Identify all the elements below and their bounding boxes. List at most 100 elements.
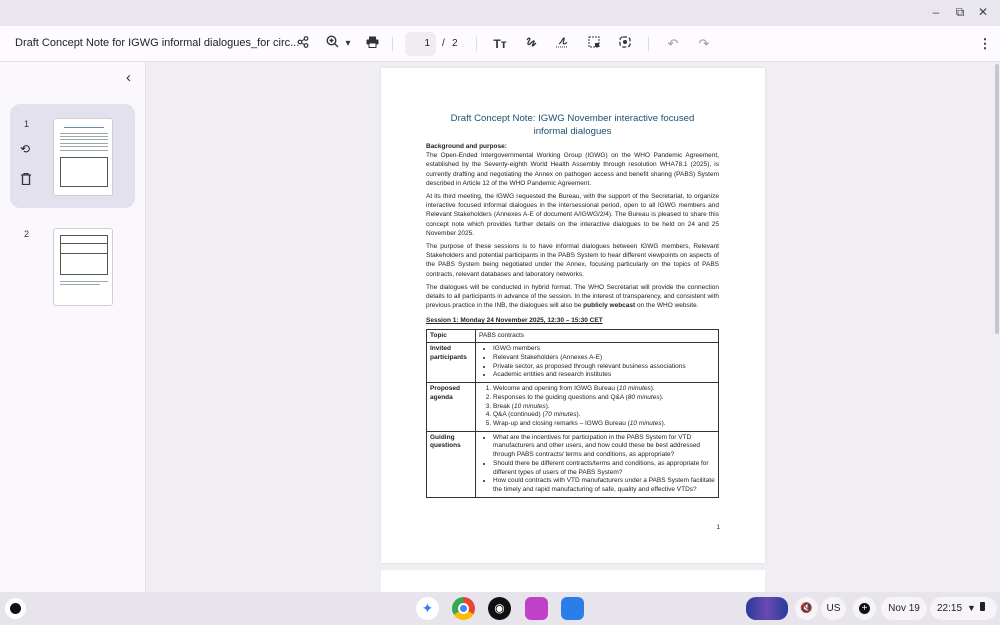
gallery-app-icon[interactable] xyxy=(525,597,548,620)
clock: 22:15 xyxy=(937,603,963,614)
agenda-item-end: ). xyxy=(650,385,655,393)
agenda-item-dur: 80 minutes xyxy=(627,393,660,401)
files-app-icon[interactable] xyxy=(561,597,584,620)
date-display[interactable]: Nov 19 xyxy=(881,597,927,620)
invited-list: IGWG membersRelevant Stakeholders (Annex… xyxy=(479,345,715,380)
text-tool-icon[interactable]: Tт xyxy=(491,35,509,53)
paragraph-text: on the WHO website. xyxy=(635,302,699,310)
session-heading: Session 1: Monday 24 November 2025, 12:3… xyxy=(426,317,603,325)
agenda-item-text: Wrap-up and closing remarks – IGWG Burea… xyxy=(493,419,630,427)
guiding-question: How could contracts with VTD manufacture… xyxy=(493,477,715,494)
paragraph: The dialogues will be conducted in hybri… xyxy=(426,283,719,311)
document-title: Draft Concept Note for IGWG informal dia… xyxy=(15,37,300,49)
list-item: Relevant Stakeholders (Annexes A-E) xyxy=(493,354,715,363)
document-heading: Draft Concept Note: IGWG November intera… xyxy=(450,113,695,137)
podcast-app-icon[interactable]: ◉ xyxy=(488,597,511,620)
thumbnail-page-2[interactable] xyxy=(53,228,113,306)
launcher-icon[interactable] xyxy=(5,598,26,619)
agenda-item: Responses to the guiding questions and Q… xyxy=(493,394,715,403)
table-row: Invited participantsIGWG membersRelevant… xyxy=(426,342,719,384)
redo-icon[interactable]: ↷ xyxy=(695,35,713,53)
keyboard-layout[interactable]: US xyxy=(821,597,846,620)
section-heading: Background and purpose: xyxy=(426,143,507,150)
scan-icon[interactable] xyxy=(616,35,634,53)
page-number: 1 xyxy=(716,524,720,531)
draw-icon[interactable] xyxy=(522,35,540,53)
list-item: Private sector, as proposed through rele… xyxy=(493,363,715,372)
agenda-item-text: Q&A (continued) ( xyxy=(493,411,545,419)
page-total: 2 xyxy=(452,38,458,49)
agenda-item: Welcome and opening from IGWG Bureau (10… xyxy=(493,385,715,394)
paragraph: At its third meeting, the IGWG requested… xyxy=(426,193,719,237)
pdf-viewer[interactable]: Draft Concept Note: IGWG November intera… xyxy=(147,62,1000,592)
signature-icon[interactable] xyxy=(553,35,571,53)
agenda-item-text: Break ( xyxy=(493,402,514,410)
divider xyxy=(392,37,393,51)
table-row: Proposed agenda Welcome and opening from … xyxy=(426,382,719,432)
session-table: Topic PABS contracts Invited participants… xyxy=(426,328,719,498)
agenda-item-dur: 10 minutes xyxy=(618,385,651,393)
agenda-item: Wrap-up and closing remarks – IGWG Burea… xyxy=(493,420,715,429)
agenda-item-end: ). xyxy=(545,402,550,410)
add-icon[interactable]: + xyxy=(853,597,876,620)
guiding-question: What are the incentives for participatio… xyxy=(493,434,715,460)
divider xyxy=(476,37,477,51)
collapse-sidebar-icon[interactable]: ‹ xyxy=(126,69,131,86)
thumbnail-page-number: 2 xyxy=(24,229,30,239)
row-label: Invited participants xyxy=(426,342,476,384)
zoom-dropdown-icon[interactable]: ▾ xyxy=(339,35,357,53)
page-separator: / xyxy=(442,38,445,49)
gemini-icon[interactable]: ✦ xyxy=(416,597,439,620)
print-icon[interactable] xyxy=(363,35,381,53)
agenda-item-text: Responses to the guiding questions and Q… xyxy=(493,393,628,401)
thumbnail-sidebar: ‹ 1 ⟲ 2 xyxy=(0,62,146,592)
wifi-icon: ▼ xyxy=(967,603,976,613)
row-label: Guiding questions xyxy=(426,430,476,498)
agenda-item-dur: 10 minutes xyxy=(513,402,546,410)
agenda-item-dur: 10 minutes xyxy=(629,419,662,427)
more-options-icon[interactable]: ⋮ xyxy=(976,35,994,53)
mute-icon[interactable]: 🔇 xyxy=(795,597,818,620)
share-icon[interactable] xyxy=(294,35,312,53)
status-area[interactable]: 22:15 ▼ xyxy=(930,597,997,620)
table-row: Guiding questions What are the incentives… xyxy=(426,430,719,498)
chrome-icon[interactable] xyxy=(452,597,475,620)
agenda-item-dur: 70 minutes xyxy=(544,411,577,419)
delete-page-icon[interactable] xyxy=(21,172,31,190)
toolbar: Draft Concept Note for IGWG informal dia… xyxy=(0,26,1000,62)
agenda-item-text: Welcome and opening from IGWG Bureau ( xyxy=(493,385,619,393)
row-value: PABS contracts xyxy=(475,328,719,344)
page-number-input[interactable]: 1 xyxy=(405,32,436,56)
questions-list: What are the incentives for participatio… xyxy=(479,434,715,495)
close-button[interactable]: ✕ xyxy=(975,5,991,19)
agenda-item: Break (10 minutes). xyxy=(493,403,715,412)
agenda-item: Q&A (continued) (70 minutes). xyxy=(493,411,715,420)
minimize-button[interactable]: – xyxy=(928,5,944,19)
bold-text: publicly webcast xyxy=(583,302,636,310)
rotate-page-icon[interactable]: ⟲ xyxy=(20,142,30,156)
list-item: IGWG members xyxy=(493,345,715,354)
row-label: Topic xyxy=(426,328,476,344)
divider xyxy=(648,37,649,51)
scrollbar[interactable] xyxy=(995,64,999,334)
list-item: Academic entities and research institute… xyxy=(493,371,715,380)
restore-button[interactable]: ⧉ xyxy=(952,5,968,20)
title-bar: – ⧉ ✕ xyxy=(0,0,1000,26)
battery-icon xyxy=(979,602,985,611)
table-row: Topic PABS contracts xyxy=(426,328,719,344)
thumbnail-page-1[interactable] xyxy=(53,118,113,196)
pdf-page-1: Draft Concept Note: IGWG November intera… xyxy=(381,68,765,563)
taskbar: ✦ ◉ 🔇 US + Nov 19 22:15 ▼ xyxy=(0,592,1000,625)
agenda-item-end: ). xyxy=(661,419,666,427)
paragraph: The Open-Ended Intergovernmental Working… xyxy=(426,152,719,187)
paragraph: The purpose of these sessions is to have… xyxy=(426,243,719,278)
undo-icon[interactable]: ↶ xyxy=(664,35,682,53)
agenda-list: Welcome and opening from IGWG Bureau (10… xyxy=(479,385,715,429)
select-area-icon[interactable] xyxy=(585,35,603,53)
agenda-item-end: ). xyxy=(659,393,664,401)
row-label: Proposed agenda xyxy=(426,382,476,432)
guiding-question: Should there be different contracts/term… xyxy=(493,460,715,477)
media-thumbnail[interactable] xyxy=(746,597,788,620)
pdf-page-2 xyxy=(381,570,765,592)
thumbnail-page-number: 1 xyxy=(24,119,30,129)
